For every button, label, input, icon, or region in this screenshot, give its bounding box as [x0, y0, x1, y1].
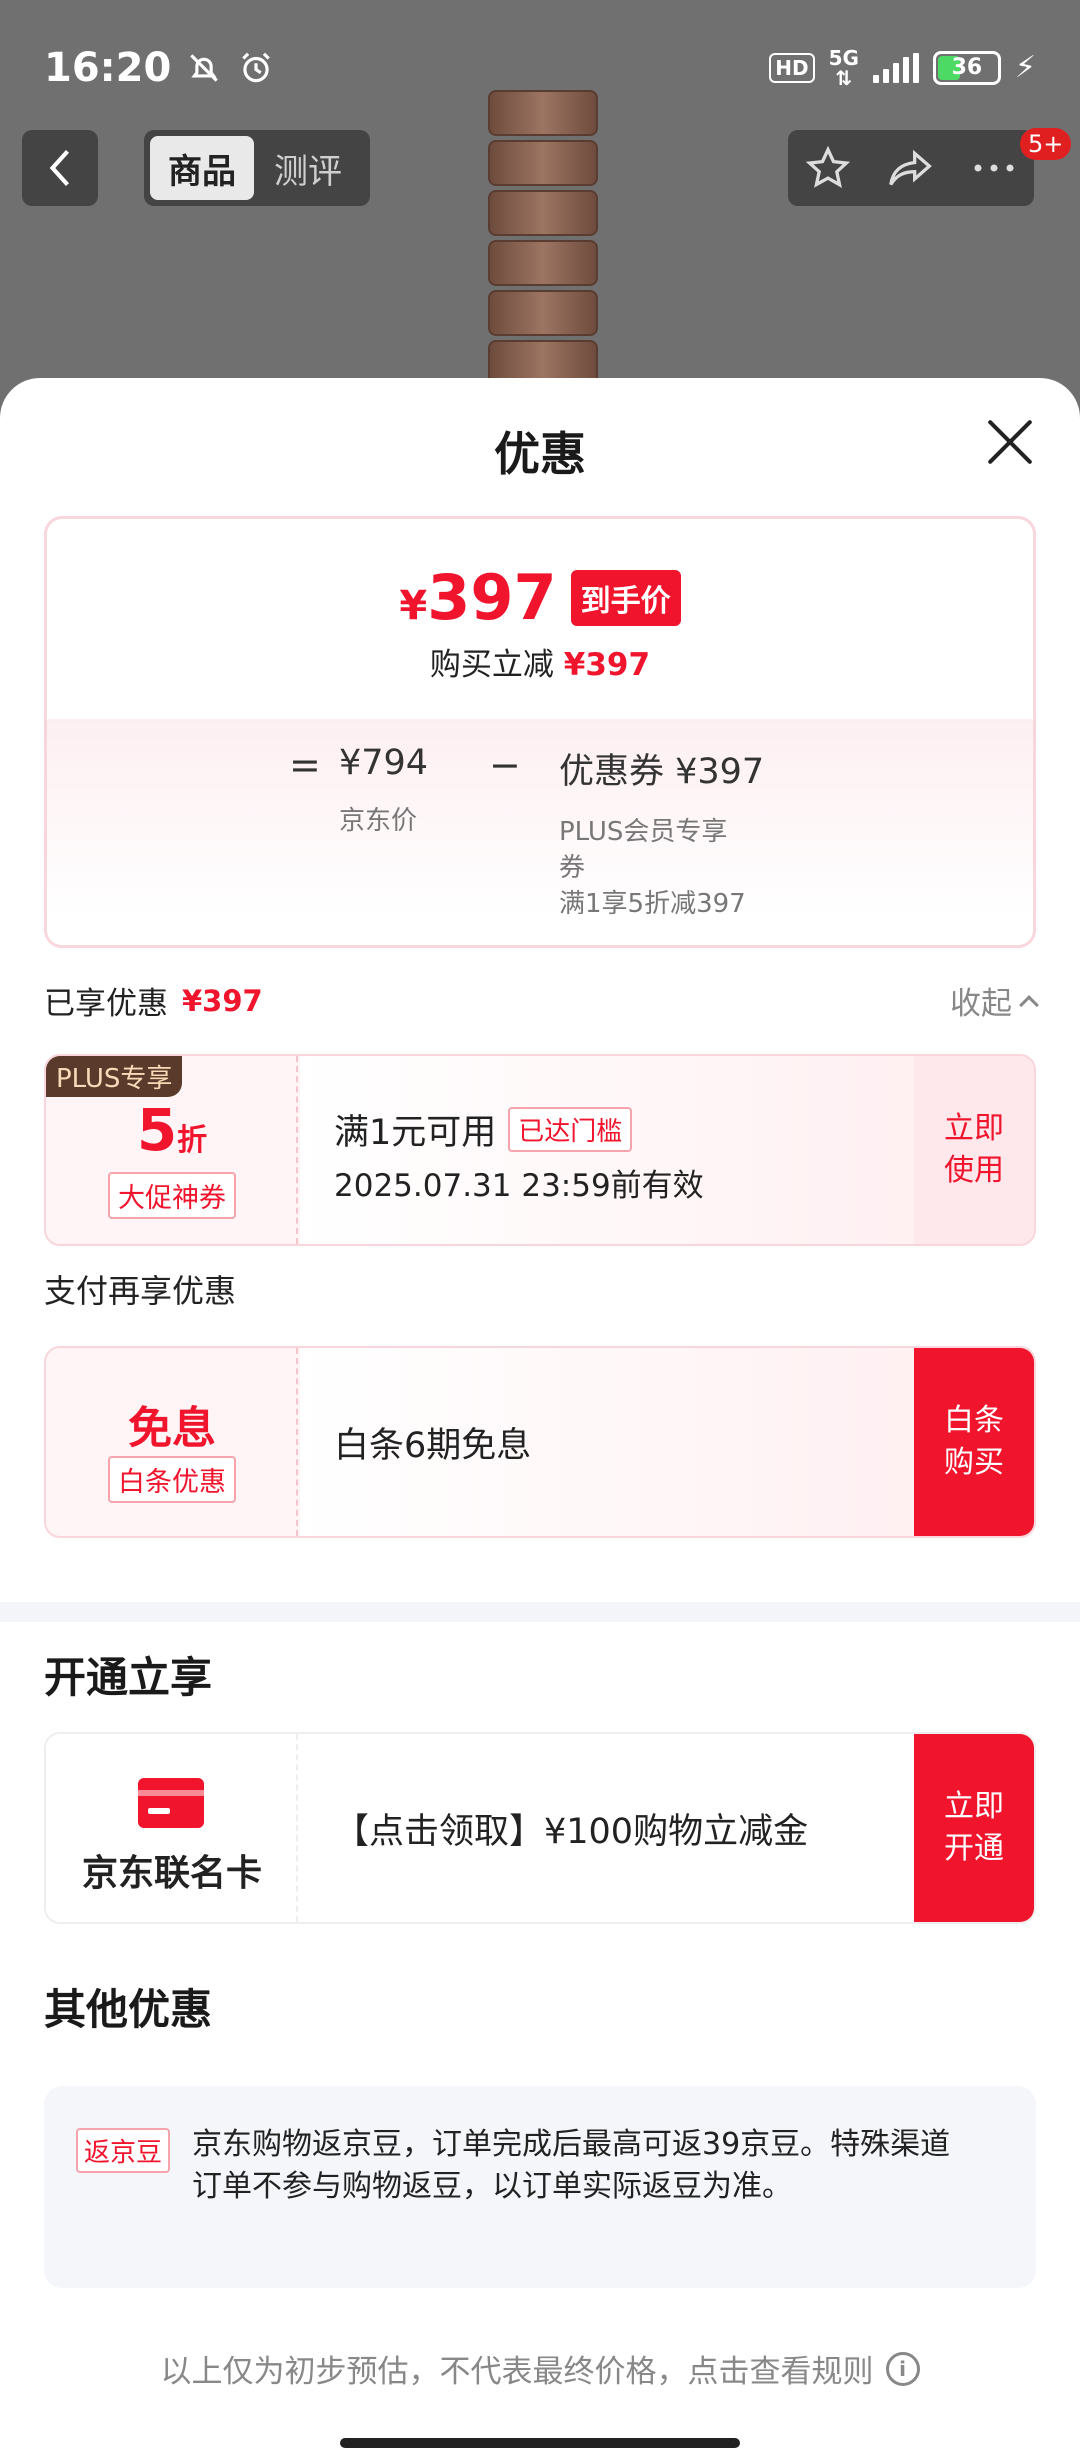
estimate-rules-link[interactable]: 以上仅为初步预估，不代表最终价格，点击查看规则 i [0, 2346, 1080, 2391]
open-now-label: 立即开通 [944, 1789, 1004, 1866]
status-bar: 16:20 HD 5G ⇅ 36 ⚡ [0, 0, 1080, 135]
enjoyed-label: 已享优惠 [44, 986, 168, 1022]
jd-price-label: 京东价 [339, 806, 418, 836]
battery-level: 36 [951, 55, 983, 80]
star-icon[interactable] [806, 146, 851, 190]
chevron-left-icon [49, 149, 70, 187]
coupon-type-label: PLUS会员专享券 [559, 817, 728, 883]
jd-price: ¥794 [339, 743, 429, 783]
jd-bean-info: 返京豆 京东购物返京豆，订单完成后最高可返39京豆。特殊渠道订单不参与购物返豆，… [44, 2086, 1036, 2288]
plus-exclusive-tag: PLUS专享 [46, 1056, 183, 1097]
minus-sign: − [489, 743, 521, 787]
currency-symbol: ¥ [399, 583, 428, 629]
discount-unit: 折 [177, 1123, 208, 1158]
section-divider [0, 1602, 1080, 1622]
pay-discount-heading: 支付再享优惠 [44, 1272, 237, 1310]
battery-icon: 36 [932, 50, 1001, 85]
final-price-tag: 到手价 [570, 569, 681, 626]
sheet-title: 优惠 [494, 427, 586, 481]
baitiao-card[interactable]: 免息 白条优惠 白条6期免息 白条购买 [44, 1346, 1036, 1538]
estimate-note: 以上仅为初步预估，不代表最终价格，点击查看规则 [160, 2354, 874, 2390]
close-button[interactable] [986, 418, 1034, 466]
product-page-background: 16:20 HD 5G ⇅ 36 ⚡ 商品 测评 5+ [0, 0, 1080, 420]
enjoyed-amount: ¥397 [182, 983, 263, 1018]
coupon-type-tag: 大促神券 [108, 1172, 236, 1219]
threshold-reached-tag: 已达门槛 [508, 1107, 633, 1152]
bean-description: 京东购物返京豆，订单完成后最高可返39京豆。特殊渠道订单不参与购物返豆，以订单实… [192, 2127, 951, 2204]
use-now-button[interactable]: 立即使用 [914, 1056, 1034, 1244]
price-formula: = ¥794 京东价 − 优惠券 ¥397 PLUS会员专享券 满1享5折减39… [289, 743, 765, 922]
coupon-rule: 满1享5折减397 [559, 889, 746, 919]
baitiao-tag: 白条优惠 [108, 1456, 236, 1503]
jd-card-name: 京东联名卡 [81, 1853, 262, 1894]
interest-free-label: 免息 [128, 1403, 216, 1454]
open-benefit-heading: 开通立享 [44, 1653, 213, 1702]
signal-icon [872, 52, 919, 83]
coupon-amount: 优惠券 ¥397 [559, 752, 765, 792]
discount-sheet: 优惠 ¥397 到手价 购买立减 ¥397 = ¥794 京东价 − 优惠券 ¥… [0, 378, 1080, 2460]
instant-discount-amount: ¥397 [563, 647, 651, 683]
instant-discount-label: 购买立减 [429, 647, 554, 683]
tab-reviews[interactable]: 测评 [254, 136, 362, 200]
alarm-icon [242, 52, 271, 82]
chevron-up-icon [1019, 994, 1039, 1015]
product-image [468, 90, 618, 420]
page-tabs: 商品 测评 [144, 130, 370, 206]
open-now-button[interactable]: 立即开通 [914, 1734, 1034, 1922]
message-count-badge: 5+ [1020, 128, 1072, 160]
baitiao-description: 白条6期免息 [334, 1425, 532, 1466]
network-arrows: ⇅ [835, 65, 853, 90]
coupon-discount: 5折 [46, 1096, 298, 1164]
network-type: 5G ⇅ [829, 48, 859, 88]
bean-tag: 返京豆 [76, 2128, 171, 2173]
collapse-button[interactable]: 收起 [950, 978, 1039, 1023]
collapse-label: 收起 [950, 986, 1012, 1022]
equals-sign: = [289, 743, 321, 787]
info-icon: i [885, 2351, 920, 2386]
price-breakdown-card: ¥397 到手价 购买立减 ¥397 = ¥794 京东价 − 优惠券 ¥397… [44, 516, 1036, 948]
final-price: ¥397 [399, 561, 556, 634]
home-indicator[interactable] [340, 2438, 740, 2448]
use-now-label: 立即使用 [944, 1111, 1004, 1188]
tab-goods[interactable]: 商品 [150, 136, 254, 200]
jd-card-description: 【点击领取】¥100购物立减金 [334, 1811, 809, 1852]
jd-card-offer[interactable]: 京东联名卡 【点击领取】¥100购物立减金 立即开通 [44, 1732, 1036, 1924]
final-price-amount: 397 [427, 561, 557, 634]
hd-badge: HD [769, 52, 815, 83]
credit-card-icon [138, 1778, 204, 1828]
other-discount-heading: 其他优惠 [44, 1985, 213, 2034]
bell-muted-icon [190, 53, 219, 82]
charging-icon: ⚡ [1014, 50, 1036, 85]
coupon-condition: 满1元可用 [334, 1113, 497, 1153]
more-icon[interactable] [972, 162, 1016, 174]
back-button[interactable] [22, 130, 98, 206]
share-icon[interactable] [887, 146, 935, 190]
plus-coupon-card[interactable]: PLUS专享 5折 大促神券 满1元可用 已达门槛 2025.07.31 23:5… [44, 1054, 1036, 1246]
baitiao-buy-button[interactable]: 白条购买 [914, 1348, 1034, 1536]
header-actions [788, 130, 1034, 206]
enjoyed-discount-row: 已享优惠 ¥397 收起 [44, 978, 1039, 1023]
coupon-validity: 2025.07.31 23:59前有效 [334, 1168, 704, 1204]
baitiao-buy-label: 白条购买 [944, 1403, 1004, 1480]
discount-value: 5 [136, 1096, 178, 1164]
status-time: 16:20 [44, 44, 172, 91]
instant-discount: 购买立减 ¥397 [47, 639, 1033, 684]
